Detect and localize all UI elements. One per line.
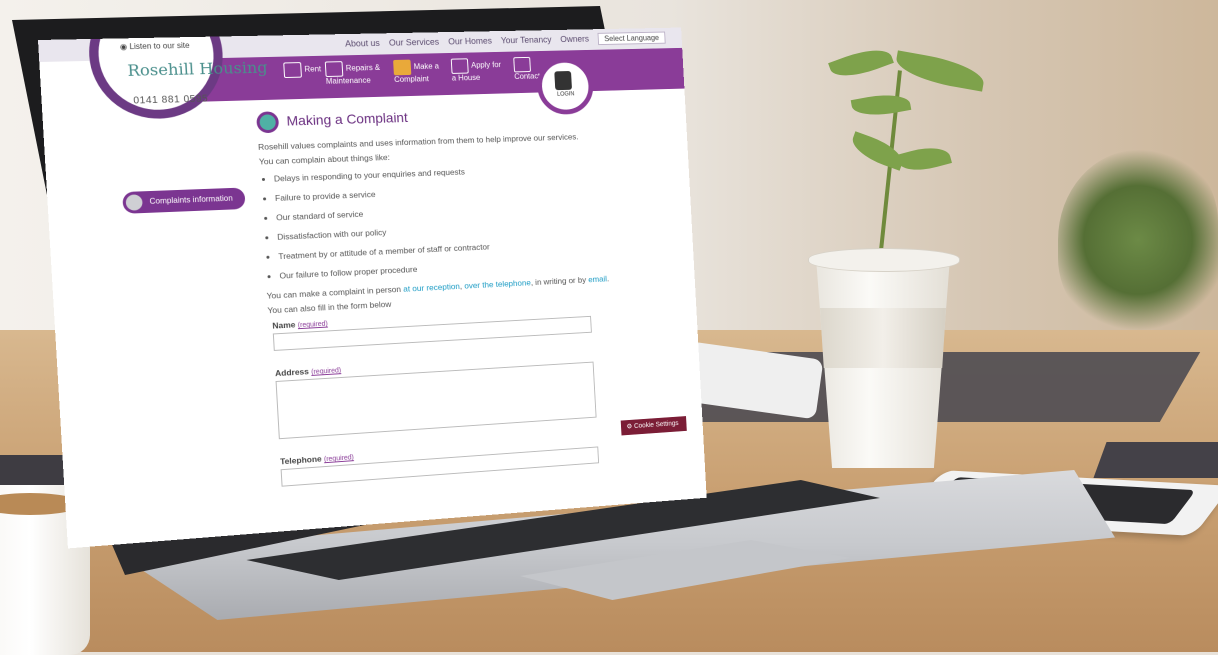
page-title: Making a Complaint [286, 109, 409, 129]
cookie-settings-label: Cookie Settings [633, 420, 679, 430]
complaint-types-list: Delays in responding to your enquiries a… [274, 159, 683, 281]
login-label: LOGIN [556, 91, 575, 98]
top-link-tenancy[interactable]: Your Tenancy [501, 35, 552, 45]
website: About us Our Services Our Homes Your Ten… [38, 27, 707, 549]
make-complaint-prefix: You can make a complaint in person [266, 284, 402, 301]
top-link-services[interactable]: Our Services [389, 37, 440, 48]
top-links: About us Our Services Our Homes Your Ten… [338, 31, 666, 51]
email-link[interactable]: email [588, 274, 607, 284]
period: . [606, 273, 610, 284]
language-select[interactable]: Select Language [597, 31, 666, 46]
contact-icon [513, 56, 531, 73]
nav-apply[interactable]: Apply for a House [450, 57, 507, 82]
logo[interactable]: Rosehill Housing [127, 58, 268, 80]
repairs-icon [324, 61, 344, 78]
rent-icon [283, 62, 302, 79]
top-link-homes[interactable]: Our Homes [448, 36, 492, 46]
nav-repairs[interactable]: Repairs & Maintenance [324, 60, 385, 86]
required-tag: (required) [323, 454, 355, 464]
required-tag: (required) [297, 320, 328, 330]
make-complaint-mid: , in writing or by [530, 274, 587, 288]
lock-icon [554, 70, 573, 91]
reception-link[interactable]: at our reception [403, 281, 460, 293]
sidebar-item-label: Complaints information [149, 193, 233, 206]
circle-icon [125, 194, 143, 211]
top-link-owners[interactable]: Owners [560, 34, 589, 44]
laptop-screen: About us Our Services Our Homes Your Ten… [38, 27, 707, 549]
listen-label: Listen to our site [129, 41, 190, 52]
complaint-icon [393, 59, 412, 76]
required-tag: (required) [311, 367, 342, 376]
title-icon [256, 111, 280, 134]
nav-rent-label: Rent [304, 64, 322, 74]
sidebar-item-complaints[interactable]: Complaints information [122, 187, 246, 214]
nav-rent[interactable]: Rent [283, 62, 322, 79]
top-link-about[interactable]: About us [345, 38, 380, 48]
telephone-link[interactable]: over the telephone [464, 278, 531, 291]
apply-icon [450, 58, 469, 74]
nav-complaint[interactable]: Make a Complaint [393, 59, 442, 84]
phone-number: 0141 881 0595 [133, 93, 209, 107]
listen-button[interactable]: ◉ Listen to our site [120, 41, 190, 51]
